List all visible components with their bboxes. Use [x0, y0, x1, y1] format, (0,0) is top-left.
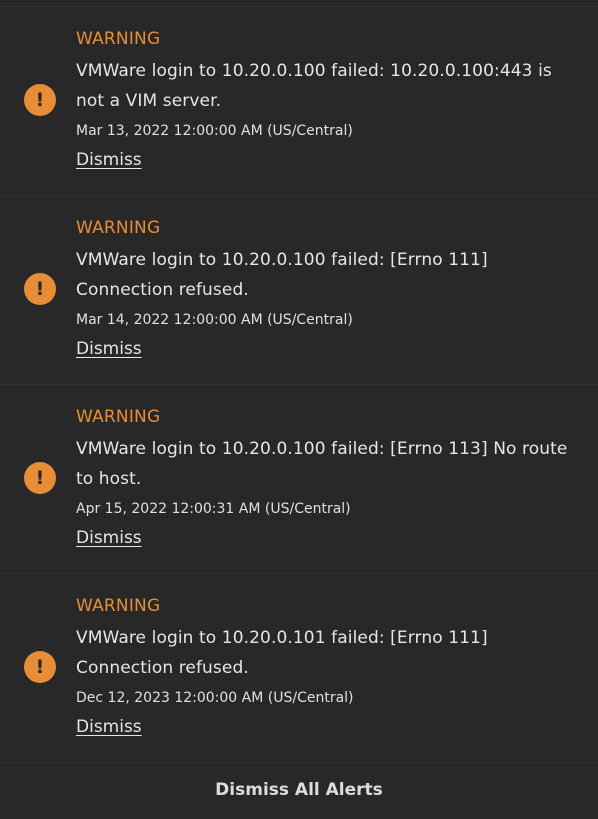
alert-message: VMWare login to 10.20.0.100 failed: [Err…	[76, 439, 568, 489]
alert-message: VMWare login to 10.20.0.100 failed: [Err…	[76, 250, 488, 300]
alert-item: ! WARNING VMWare login to 10.20.0.100 fa…	[0, 7, 598, 196]
alert-level: WARNING	[76, 218, 161, 238]
dismiss-all-button[interactable]: Dismiss All Alerts	[215, 780, 383, 800]
alert-level: WARNING	[76, 407, 161, 427]
dismiss-link[interactable]: Dismiss	[76, 149, 142, 171]
alert-level: WARNING	[76, 596, 161, 616]
alert-datetime: Mar 13, 2022 12:00:00 AM (US/Central)	[76, 123, 353, 139]
warning-icon: !	[24, 273, 56, 305]
dismiss-link[interactable]: Dismiss	[76, 338, 142, 360]
alert-level: WARNING	[76, 29, 161, 49]
alert-datetime: Mar 14, 2022 12:00:00 AM (US/Central)	[76, 312, 353, 328]
alert-list: ! WARNING VMWare login to 10.20.0.100 fa…	[0, 7, 598, 763]
warning-icon: !	[24, 84, 56, 116]
alerts-footer: Dismiss All Alerts	[0, 763, 598, 819]
warning-icon: !	[24, 462, 56, 494]
alert-item: ! WARNING VMWare login to 10.20.0.100 fa…	[0, 196, 598, 385]
alert-message: VMWare login to 10.20.0.101 failed: [Err…	[76, 628, 488, 678]
alert-item: ! WARNING VMWare login to 10.20.0.100 fa…	[0, 385, 598, 574]
alert-datetime: Apr 15, 2022 12:00:31 AM (US/Central)	[76, 501, 351, 517]
alert-datetime: Dec 12, 2023 12:00:00 AM (US/Central)	[76, 690, 354, 706]
alert-item: ! WARNING VMWare login to 10.20.0.101 fa…	[0, 574, 598, 763]
dismiss-link[interactable]: Dismiss	[76, 716, 142, 738]
warning-icon: !	[24, 651, 56, 683]
dismiss-link[interactable]: Dismiss	[76, 527, 142, 549]
alert-message: VMWare login to 10.20.0.100 failed: 10.2…	[76, 61, 552, 111]
